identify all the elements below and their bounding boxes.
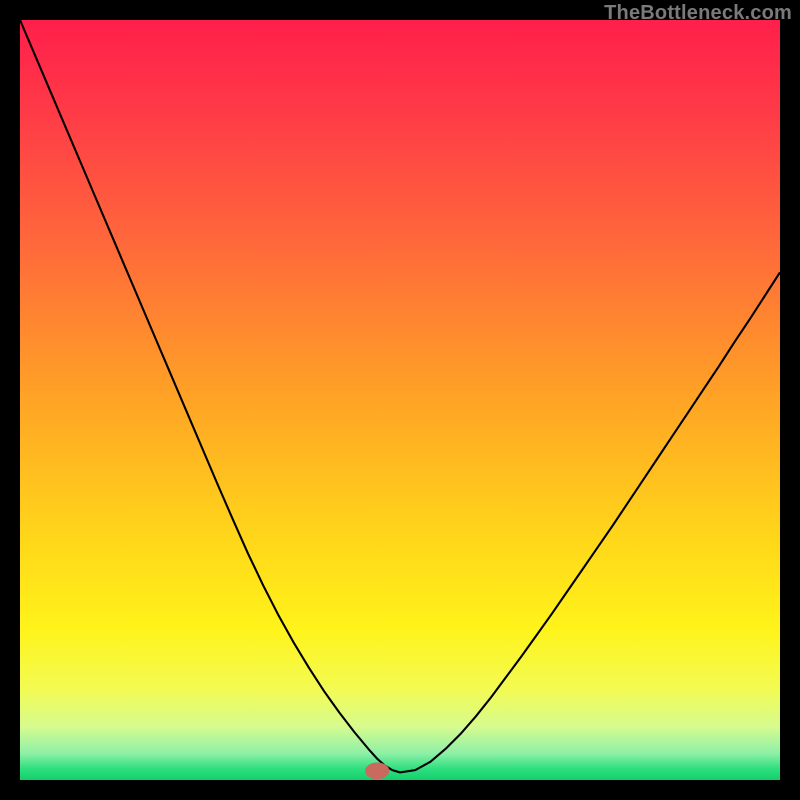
bottleneck-chart xyxy=(20,20,780,780)
chart-frame: TheBottleneck.com xyxy=(0,0,800,800)
chart-background xyxy=(20,20,780,780)
optimum-marker xyxy=(365,763,389,780)
